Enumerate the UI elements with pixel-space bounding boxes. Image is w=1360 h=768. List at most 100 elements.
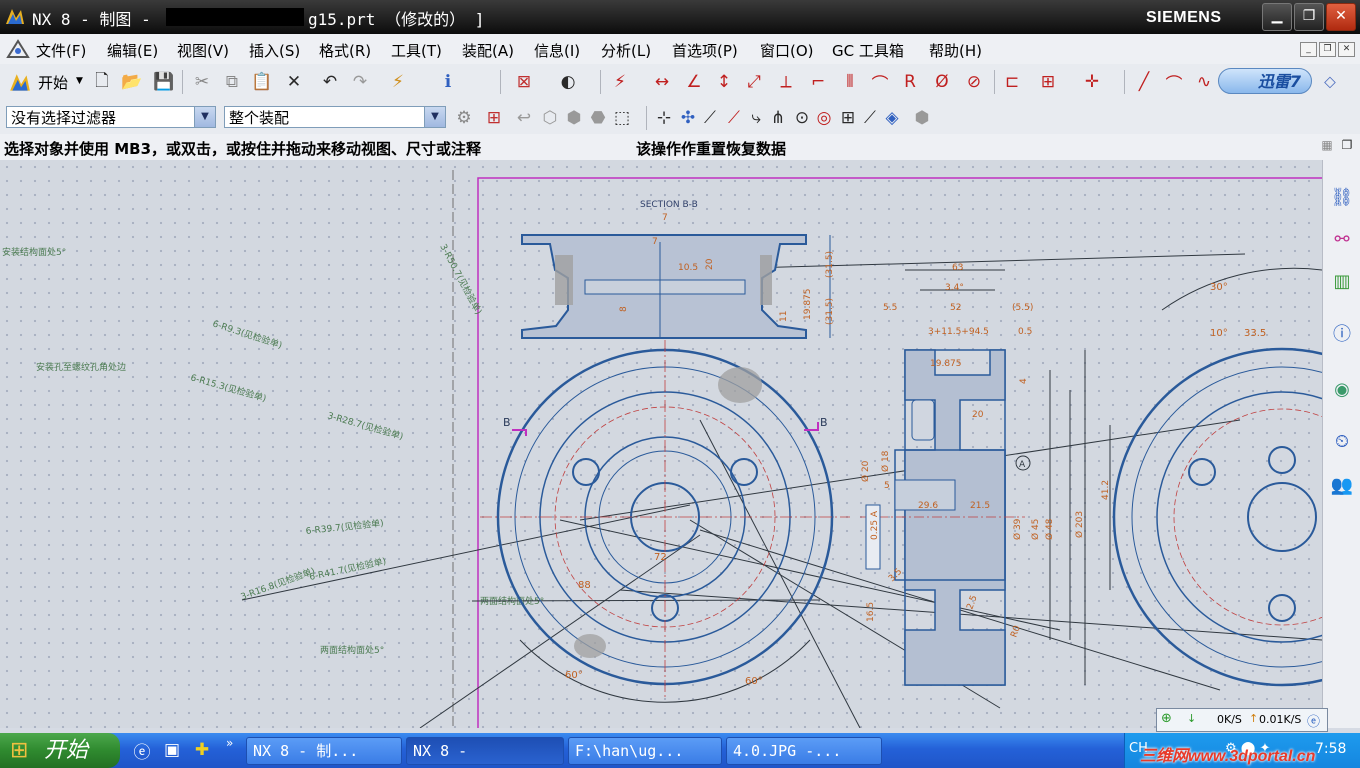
ie-quicklaunch-icon[interactable]: ⓔ (130, 738, 154, 763)
existing-point-snap-icon[interactable]: ⊞ (836, 106, 860, 130)
reuse-library-icon[interactable]: ▥ (1329, 268, 1355, 294)
menu-insert[interactable]: 插入(S) (249, 40, 300, 61)
roles-icon[interactable]: 👥 (1329, 472, 1355, 498)
history-palette-icon[interactable]: ◉ (1329, 376, 1355, 402)
nx-app-icon[interactable] (4, 6, 26, 28)
quadrant-snap-icon[interactable]: ◎ (812, 106, 836, 130)
line-icon[interactable]: ╱ (1132, 70, 1156, 94)
status-toggle-icon[interactable]: ▦ (1318, 135, 1336, 155)
reset-filter-icon[interactable]: ↩ (512, 106, 536, 130)
command-finder-icon[interactable]: ⚡ (386, 70, 410, 94)
quicklaunch-more[interactable]: » (226, 736, 233, 750)
menu-info[interactable]: 信息(I) (534, 40, 580, 61)
arc-icon[interactable]: ⌒ (1162, 70, 1186, 95)
copy-icon[interactable]: ⧉ (220, 70, 244, 94)
radius-dimension-icon[interactable]: R (898, 70, 922, 94)
drawing-canvas[interactable]: 安装结构面处5° 安装孔至螺纹孔角处边 两面结构面处5° 两面结构面处5° 3-… (0, 160, 1322, 728)
menu-format[interactable]: 格式(R) (319, 40, 371, 61)
task-explorer[interactable]: F:\han\ug... (568, 737, 722, 765)
doc-minimize-icon[interactable]: _ (1300, 42, 1317, 57)
start-dropdown-icon[interactable]: ▼ (76, 76, 83, 86)
midpoint-snap-icon[interactable]: ⟋ (722, 106, 746, 130)
save-icon[interactable]: 💾 (152, 70, 176, 94)
start-icon[interactable] (8, 71, 32, 95)
task-image-viewer[interactable]: 4.0.JPG -... (726, 737, 882, 765)
select-body-icon[interactable]: ⬡ (538, 106, 562, 130)
network-speed-widget[interactable]: ⊕ ↓ 0K/S ↑ 0.01K/S ⓔ (1156, 708, 1328, 732)
intersection-snap-icon[interactable]: ⋔ (766, 106, 790, 130)
snap-all-icon[interactable]: ✣ (676, 106, 700, 130)
close-button[interactable]: ✕ (1326, 3, 1356, 31)
redo-icon[interactable]: ↷ (348, 70, 372, 94)
menu-gc-toolbox[interactable]: GC 工具箱 (832, 40, 904, 61)
snap-off-icon[interactable]: ⬢ (910, 106, 934, 130)
snap-point-icon[interactable]: ⊹ (652, 106, 676, 130)
select-feature-icon[interactable]: ⬢ (562, 106, 586, 130)
point-on-face-snap-icon[interactable]: ◈ (880, 106, 904, 130)
menu-assembly[interactable]: 装配(A) (462, 40, 514, 61)
point-on-curve-snap-icon[interactable]: ⟋ (858, 106, 882, 130)
thickness-dimension-icon[interactable]: ⫴ (838, 70, 862, 94)
perpendicular-dimension-icon[interactable]: ⟂ (774, 70, 798, 94)
control-point-snap-icon[interactable]: ⤷ (744, 106, 768, 130)
menu-view[interactable]: 视图(V) (177, 40, 229, 61)
open-folder-icon[interactable]: 📂 (120, 70, 144, 94)
menu-help[interactable]: 帮助(H) (929, 40, 982, 61)
rectangle-select-icon[interactable]: ⬚ (610, 106, 634, 130)
show-desktop-icon[interactable]: ▣ (160, 738, 184, 762)
diameter-dimension-icon[interactable]: Ø (930, 70, 954, 94)
assembly-scope-dropdown[interactable]: 整个装配 ▼ (224, 106, 446, 128)
select-component-icon[interactable]: ⬣ (586, 106, 610, 130)
menu-window[interactable]: 窗口(O) (760, 40, 814, 61)
task-nx-main[interactable]: NX 8 - (406, 737, 564, 765)
drafting-mode-icon[interactable] (6, 39, 30, 59)
download-speed: 0K/S (1217, 713, 1242, 726)
spline-icon[interactable]: ∿ (1192, 70, 1216, 94)
start-menu-button[interactable]: 开始 (38, 72, 68, 93)
task-nx-drafting[interactable]: NX 8 - 制... (246, 737, 402, 765)
horizontal-dimension-icon[interactable]: ↔ (650, 70, 674, 94)
vertical-dimension-icon[interactable]: ↕ (712, 70, 736, 94)
centerline-icon[interactable]: ✛ (1080, 70, 1104, 94)
render-style-icon[interactable]: ◐ (556, 70, 580, 94)
chamfer-dimension-icon[interactable]: ⌐ (806, 70, 830, 94)
hole-dimension-icon[interactable]: ⊘ (962, 70, 986, 94)
menu-tools[interactable]: 工具(T) (391, 40, 442, 61)
doc-restore-icon[interactable]: ❐ (1319, 42, 1336, 57)
menu-edit[interactable]: 编辑(E) (107, 40, 158, 61)
selection-filter-dropdown[interactable]: 没有选择过滤器 ▼ (6, 106, 216, 128)
menu-file[interactable]: 文件(F) (36, 40, 86, 61)
history-icon[interactable]: ⏲ (1329, 428, 1355, 454)
part-navigator-icon[interactable]: ⛓ (1329, 184, 1355, 210)
assembly-navigator-icon[interactable]: ⚯ (1329, 226, 1355, 252)
table-icon[interactable]: ⊞ (1036, 70, 1060, 94)
new-file-icon[interactable]: 🗋 (90, 70, 114, 94)
endpoint-snap-icon[interactable]: ⟋ (698, 106, 722, 130)
paste-icon[interactable]: 📋 (250, 70, 274, 94)
cut-icon[interactable]: ✂ (190, 70, 214, 94)
delete-icon[interactable]: ✕ (282, 70, 306, 94)
general-selection-filter-icon[interactable]: ⊞ (482, 106, 506, 130)
menu-preferences[interactable]: 首选项(P) (672, 40, 738, 61)
restore-button[interactable]: ❐ (1294, 3, 1324, 31)
assembly-settings-icon[interactable]: ⚙ (452, 106, 476, 130)
minimize-button[interactable]: ▁ (1262, 3, 1292, 31)
drawing-sheet[interactable]: 安装结构面处5° 安装孔至螺纹孔角处边 两面结构面处5° 两面结构面处5° 3-… (0, 160, 1322, 728)
information-icon[interactable]: ℹ (436, 70, 460, 94)
ordinate-dimension-icon[interactable]: ⊏ (1000, 70, 1024, 94)
menu-analysis[interactable]: 分析(L) (601, 40, 651, 61)
status-undock-icon[interactable]: ❐ (1338, 135, 1356, 155)
doc-close-icon[interactable]: ✕ (1338, 42, 1355, 57)
arc-length-dimension-icon[interactable]: ⌒ (868, 70, 892, 95)
angular-dimension-icon[interactable]: ∠ (682, 70, 706, 94)
fit-view-icon[interactable]: ⊠ (512, 70, 536, 94)
parallel-dimension-icon[interactable]: ⤢ (742, 70, 766, 94)
undo-icon[interactable]: ↶ (318, 70, 342, 94)
quicklaunch-app-icon[interactable]: ✚ (190, 738, 214, 762)
web-browser-icon[interactable]: ⓘ (1329, 320, 1355, 346)
arc-center-snap-icon[interactable]: ⊙ (790, 106, 814, 130)
start-button[interactable]: ⊞ 开始 (0, 733, 120, 768)
view-orient-icon[interactable]: ⬦ (1318, 70, 1342, 94)
rapid-dimension-icon[interactable]: ⚡ (608, 70, 632, 94)
xunlei-button[interactable]: 迅雷7 (1218, 68, 1312, 94)
